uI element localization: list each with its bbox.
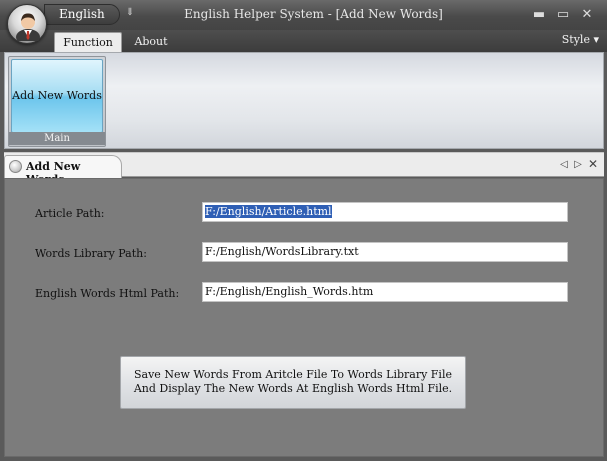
ribbon-group-label: Main [9,132,105,145]
title-bar: English ⇓ English Helper System - [Add N… [0,0,607,30]
document-tab-icon [9,160,22,173]
english-words-html-path-input[interactable]: F:/English/English_Words.htm [202,282,568,302]
ribbon-group-main: Add New Words Main [8,56,106,147]
save-new-words-line2: And Display The New Words At English Wor… [133,382,453,395]
close-icon[interactable]: ✕ [587,157,599,171]
add-new-words-button[interactable]: Add New Words [11,59,103,133]
document-tab-add-new-words[interactable]: Add New Words [4,155,122,186]
triangle-left-icon[interactable]: ◁ [558,159,570,170]
close-button[interactable]: ✕ [580,8,594,22]
ribbon-tab-strip: Function About [0,30,607,52]
tab-function[interactable]: Function [54,32,122,52]
minimize-button[interactable]: ▬ [532,8,546,22]
english-words-html-path-label: English Words Html Path: [35,287,180,300]
article-path-label: Article Path: [35,207,105,220]
triangle-right-icon[interactable]: ▷ [572,159,584,170]
chevron-down-icon: ▾ [593,33,599,46]
tab-about[interactable]: About [126,32,176,52]
words-library-path-label: Words Library Path: [35,247,147,260]
maximize-button[interactable]: ▭ [556,8,570,22]
style-menu[interactable]: Style ▾ [562,33,599,46]
document-tab-bar: Add New Words ◁ ▷ ✕ [4,152,604,186]
style-menu-label: Style [561,33,590,46]
add-words-panel: Article Path: F:/English/Article.html Wo… [4,178,604,457]
ribbon-panel: Add New Words Main [4,52,604,149]
article-path-value: F:/English/Article.html [205,205,332,218]
article-path-input[interactable]: F:/English/Article.html [202,202,568,222]
user-avatar-icon [16,13,40,41]
application-menu-button[interactable] [7,4,47,44]
save-new-words-line1: Save New Words From Aritcle File To Word… [134,368,452,381]
save-new-words-button[interactable]: Save New Words From Aritcle File To Word… [120,356,466,409]
words-library-path-input[interactable]: F:/English/WordsLibrary.txt [202,242,568,262]
window-title: English Helper System - [Add New Words] [184,7,443,21]
